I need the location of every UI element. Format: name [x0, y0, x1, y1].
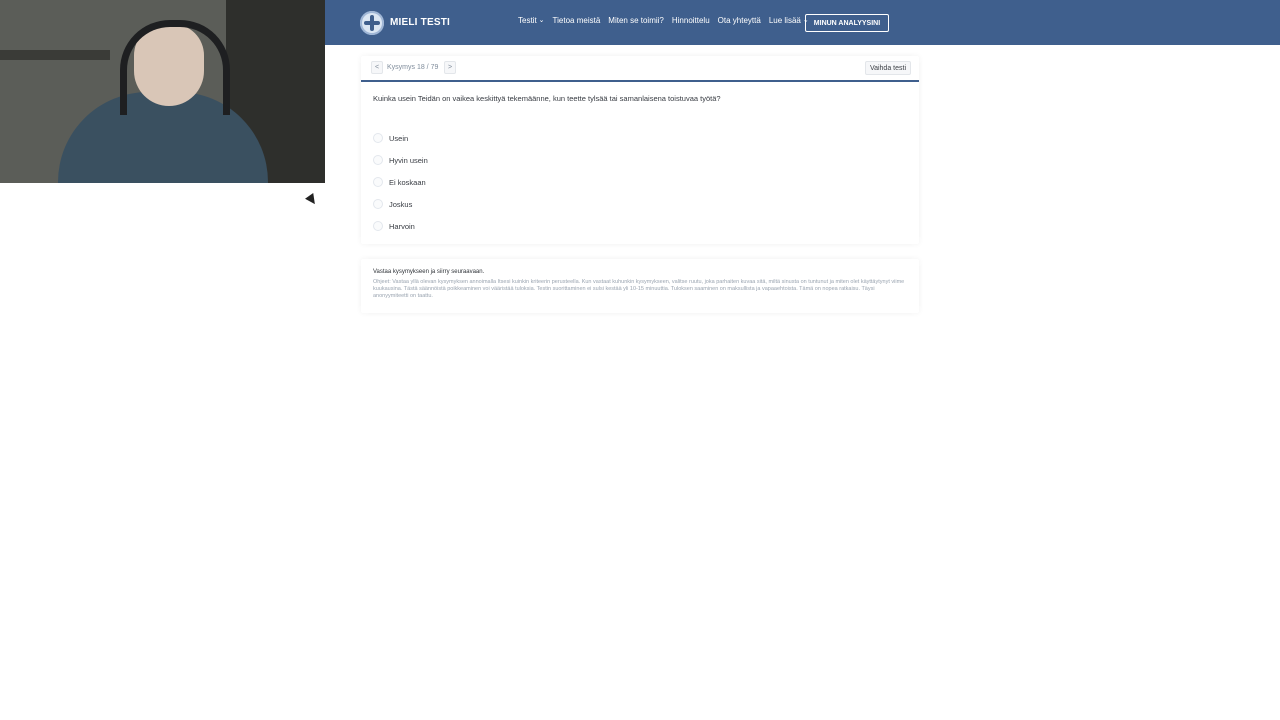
- my-analysis-button[interactable]: MINUN ANALYYSINI: [805, 14, 889, 32]
- instructions-title: Vastaa kysymykseen ja siirry seuraavaan.: [373, 269, 485, 275]
- question-card: < Kysymys 18 / 79 > Vaihda testi Kuinka …: [361, 56, 919, 244]
- mouse-cursor-icon: [305, 193, 319, 207]
- instructions-card: Vastaa kysymykseen ja siirry seuraavaan.…: [361, 259, 919, 313]
- nav-item-testit[interactable]: Testit ⌄: [518, 16, 545, 25]
- answer-option[interactable]: Usein: [373, 127, 428, 149]
- nav-label: Lue lisää: [768, 16, 801, 25]
- answer-option[interactable]: Harvoin: [373, 215, 428, 237]
- answer-option[interactable]: Hyvin usein: [373, 149, 428, 171]
- answer-options: Usein Hyvin usein Ei koskaan Joskus Harv…: [373, 127, 428, 237]
- headphones-icon: [120, 20, 230, 115]
- nav-item-miten-se-toimii[interactable]: Miten se toimii?: [608, 16, 664, 25]
- answer-label: Joskus: [389, 199, 413, 209]
- radio-button[interactable]: [373, 221, 383, 231]
- radio-button[interactable]: [373, 199, 383, 209]
- brand-name: MIELI TESTI: [390, 17, 450, 28]
- answer-label: Harvoin: [389, 221, 415, 231]
- question-counter: Kysymys 18 / 79: [387, 64, 439, 71]
- nav-label: Miten se toimii?: [608, 16, 664, 25]
- answer-label: Hyvin usein: [389, 155, 428, 165]
- radio-button[interactable]: [373, 177, 383, 187]
- nav-item-lue-lisaa[interactable]: Lue lisää ⌄: [769, 16, 809, 25]
- previous-question-button[interactable]: <: [371, 61, 383, 74]
- webcam-overlay: [0, 0, 325, 183]
- answer-option[interactable]: Ei koskaan: [373, 171, 428, 193]
- answer-option[interactable]: Joskus: [373, 193, 428, 215]
- nav-label: Testit: [518, 16, 537, 25]
- nav-item-hinnoittelu[interactable]: Hinnoittelu: [672, 16, 710, 25]
- chevron-down-icon: ⌄: [538, 16, 545, 24]
- next-question-button[interactable]: >: [444, 61, 456, 74]
- switch-test-button[interactable]: Vaihda testi: [864, 61, 911, 75]
- main-nav: Testit ⌄ Tietoa meistä Miten se toimii? …: [518, 16, 809, 25]
- radio-button[interactable]: [373, 155, 383, 165]
- nav-item-ota-yhteytta[interactable]: Ota yhteyttä: [718, 16, 761, 25]
- nav-item-tietoa-meista[interactable]: Tietoa meistä: [553, 16, 601, 25]
- instructions-text: Ohjeet: Vastaa yllä olevan kysymyksen an…: [373, 279, 905, 299]
- webcam-shelf: [0, 50, 110, 60]
- brand-logo-icon: [360, 10, 384, 35]
- brand[interactable]: MIELI TESTI: [360, 9, 450, 36]
- answer-label: Ei koskaan: [389, 177, 426, 187]
- nav-label: Hinnoittelu: [671, 16, 710, 25]
- answer-label: Usein: [389, 133, 409, 143]
- question-toolbar: < Kysymys 18 / 79 > Vaihda testi: [361, 56, 919, 82]
- nav-label: Ota yhteyttä: [717, 16, 761, 25]
- nav-label: Tietoa meistä: [552, 16, 601, 25]
- question-text: Kuinka usein Teidän on vaikea keskittyä …: [373, 94, 721, 103]
- radio-button[interactable]: [373, 133, 383, 143]
